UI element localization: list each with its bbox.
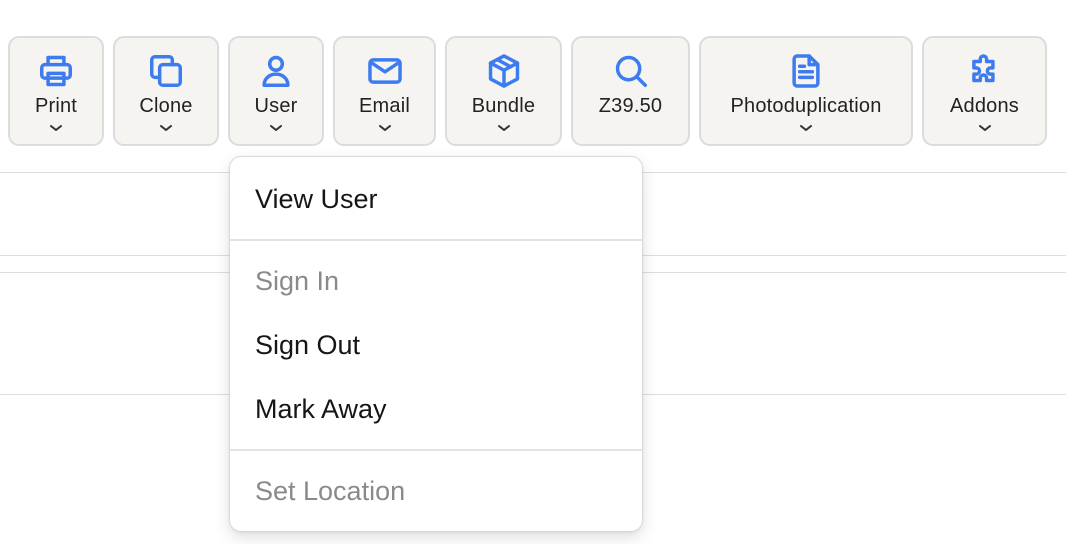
copy-icon [147,52,185,90]
bundle-button-label: Bundle [471,95,536,117]
print-button-label: Print [34,95,78,117]
clone-button[interactable]: Clone [113,36,219,146]
email-button-label: Email [358,95,410,117]
envelope-icon [366,52,404,90]
menu-item-set-location: Set Location [255,476,406,506]
bundle-button[interactable]: Bundle [445,36,562,146]
menu-item-sign-out[interactable]: Sign Out [230,317,642,373]
photoduplication-button-label: Photoduplication [730,95,882,117]
chevron-down-icon [497,120,511,131]
chevron-down-icon [49,120,63,131]
search-icon [612,52,650,90]
user-icon [257,52,295,90]
z3950-button[interactable]: Z39.50 [571,36,690,146]
clone-button-label: Clone [139,95,193,117]
menu-separator [230,449,642,451]
cube-icon [485,52,523,90]
email-button[interactable]: Email [333,36,436,146]
z3950-button-label: Z39.50 [598,95,663,117]
user-button[interactable]: User [228,36,324,146]
chevron-down-icon [159,120,173,131]
document-icon [787,52,825,90]
menu-separator [230,239,642,241]
printer-icon [37,52,75,90]
page: Print Clone User Email Bundle Z39.50 Pho… [0,0,1066,544]
user-dropdown-menu: View User Sign In Sign Out Mark Away Set… [229,156,643,532]
user-button-label: User [254,95,298,117]
addons-button-label: Addons [949,95,1020,117]
toolbar: Print Clone User Email Bundle Z39.50 Pho… [0,36,1066,148]
menu-item-sign-in: Sign In [255,266,340,296]
chevron-down-icon [799,120,813,131]
chevron-down-icon [269,120,283,131]
menu-item-mark-away[interactable]: Mark Away [230,381,642,437]
menu-item-view-user[interactable]: View User [230,171,642,227]
addons-button[interactable]: Addons [922,36,1047,146]
photoduplication-button[interactable]: Photoduplication [699,36,913,146]
chevron-down-icon [378,120,392,131]
print-button[interactable]: Print [8,36,104,146]
puzzle-icon [966,52,1004,90]
chevron-down-icon [978,120,992,131]
